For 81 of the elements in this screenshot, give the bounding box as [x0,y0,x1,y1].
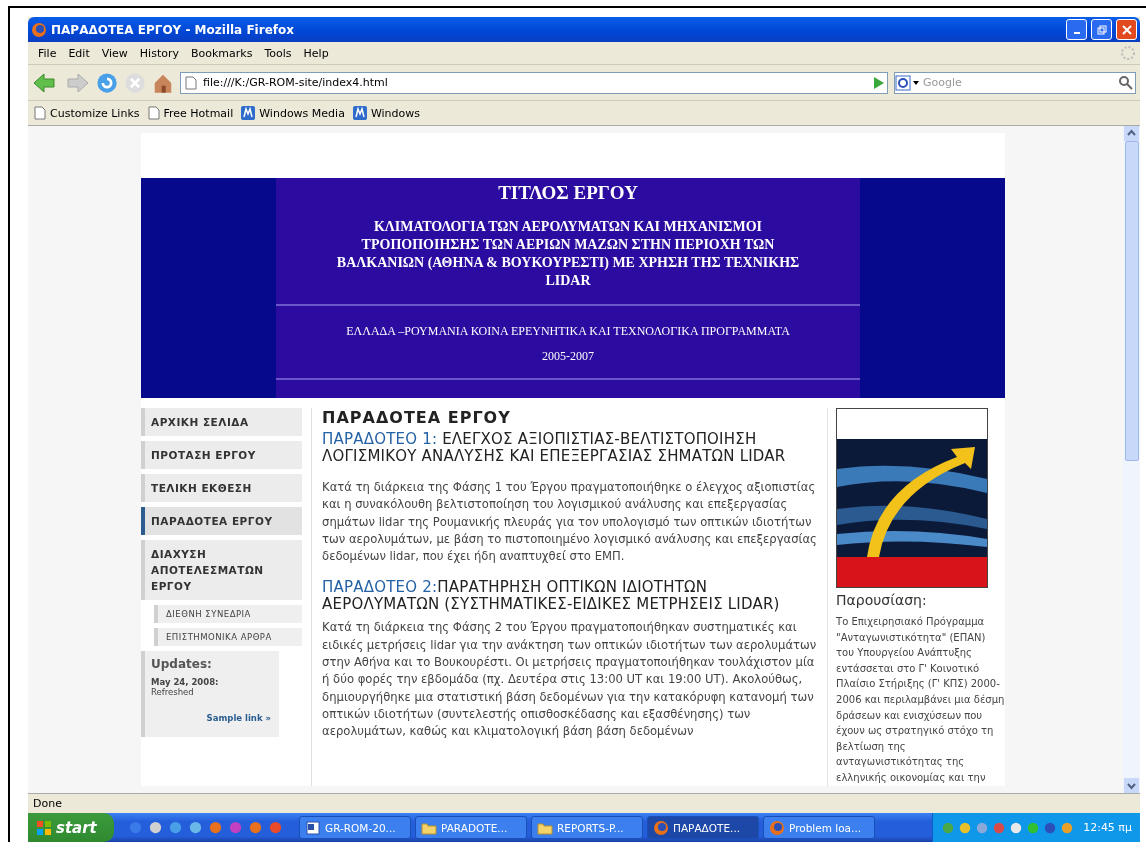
window-title: ΠΑΡΑΔΟΤΕΑ ΕΡΓΟΥ - Mozilla Firefox [51,22,295,37]
status-text: Done [33,797,62,810]
nav-item[interactable]: ΠΑΡΑΔΟΤΕΑ ΕΡΓΟΥ [141,507,303,535]
section-text: Κατά τη διάρκεια της Φάσης 1 του Έργου πραγματοποιήθηκε ο έλεγχος αξιοπιστίας και η συνακόλουθη βελτιστοποίηση του λογισμικού ανάλυσης και επεξεργασίας σημάτων lidar της Ρουμανικής πλευράς για τον υπολογισμό των οπτικών ιδιοτήτων των αερολυμάτων, με βάση το πιστοποιημένο λογισμικό ανάλυσης και επεξεργασίας δεδομένων lidar, που έχει ήδη αναπτυχθεί στο ΕΜΠ. [322,479,818,566]
start-button[interactable]: start [28,813,114,842]
bookmark-link[interactable]: Free Hotmail [147,106,234,120]
menu-item[interactable]: Bookmarks [185,46,259,60]
page-heading: ΠΑΡΑΔΟΤΕΑ ΕΡΓΟΥ [322,408,512,427]
scroll-down-icon[interactable] [1124,778,1139,793]
banner-subtitle: ΕΛΛΑΔΑ –ΡΟΥΜΑΝΙΑ ΚΟΙΝΑ ΕΡΕΥΝΗΤΙΚΑ ΚΑΙ ΤΕΧΝΟΛΟΓΙΚΑ ΠΡΟΓΡΑΜΜΑΤΑ [346,324,790,339]
minimize-button[interactable] [1066,19,1087,40]
task-button[interactable]: GR-ROM-20... [299,816,411,839]
stop-icon [124,71,146,94]
menu-item[interactable]: View [95,46,134,60]
browser-icon [769,819,785,836]
close-button[interactable] [1116,19,1137,40]
media-icon [241,106,256,120]
close-icon [1121,24,1132,35]
restore-button[interactable] [1091,19,1112,40]
scroll-up-icon[interactable] [1124,126,1139,141]
banner-title: ΒΑΛΚΑΝΙΩΝ (ΑΘΗΝΑ & ΒΟΥΚΟΥΡΕΣΤΙ) ΜΕ ΧΡΗΣΗ ΤΗΣ ΤΕΧΝΙΚΗΣ [336,254,800,272]
section-text: Κατά τη διάρκεια της Φάσης 2 του Έργου πραγματοποιήθηκαν συστηματικές και ειδικές μετρήσεις lidar για την ανάκτηση των οπτικών ιδιοτήτων των αερολυμάτων στην Αθήνα και το Βουκουρέστι. Οι μετρήσεις πραγματοποιήθηκαν τουλάχιστον μία ή δύο φορές την εβδομάδα (πχ. Δευτέρα στις 13:00 UT και 19:00 UT). Ακολούθως, δημιουργήθηκε μια στατιστική βάση δεδομένων για την κατακόρυφη κατανομή των οπτικών ιδιοτήτων (συντελεστής οπισθοσκέδασης και εξασθένησης) των αερολυμάτων, καθώς και κλιματολογική βάση βάση δεδομένων [322,619,818,741]
page-icon [185,75,197,90]
tray-icon [1009,820,1024,835]
task-button[interactable]: Problem loa... [763,816,875,839]
nav-item[interactable]: ΠΡΟΤΑΣΗ ΕΡΓΟΥ [141,441,303,469]
page-icon [147,106,160,120]
banner-years: 2005-2007 [542,349,594,364]
banner-title: LIDAR [544,272,592,290]
menu-item[interactable]: Help [297,46,335,60]
section-title: ΠΑΡΑΔΟΤΕΟ 2:ΠΑΡΑΤΗΡΗΣΗ ΟΠΤΙΚΩΝ ΙΔΙΟΤΗΤΩΝ ΑΕΡΟΛΥΜΑΤΩΝ (ΣΥΣΤΗΜΑΤΙΚΕΣ-ΕΙΔΙΚΕΣ ΜΕΤΡΗΣΕΙΣ LIDAR) [322,579,781,614]
section-title: ΠΑΡΑΔΟΤΕΟ 1: ΕΛΕΓΧΟΣ ΑΞΙΟΠΙΣΤΙΑΣ-ΒΕΛΤΙΣΤΟΠΟΙΗΣΗ ΛΟΓΙΣΜΙΚΟΥ ΑΝΑΛΥΣΗΣ ΚΑΙ ΕΠΕΞΕΡΓΑΣΙΑΣ ΣΗΜΑΤΩΝ LIDAR [322,431,787,465]
throbber-icon [1120,45,1136,61]
task-button[interactable]: PARADOTE... [415,816,527,839]
nav-item[interactable]: ΔΙΑΧΥΣΗ ΑΠΟΤΕΛΕΣΜΑΤΩΝ ΕΡΓΟΥ [141,540,303,600]
clock: 12:45 πμ [1083,821,1132,834]
update-text: Refreshed [151,687,195,697]
search-bar[interactable]: Google [894,71,1136,94]
restore-icon [1096,24,1107,35]
aside-text: Το Επιχειρησιακό Πρόγραμμα "Ανταγωνιστικότητα" (ΕΠΑΝ) του Υπουργείου Ανάπτυξης εντάσσεται στο Γ' Κοινοτικό Πλαίσιο Στήριξης (Γ' ΚΠΣ) 2000-2006 και περιλαμβάνει μια δέσμη δράσεων και ενισχύσεων που έχουν ως στρατηγικό στόχο τη βελτίωση της ανταγωνιστικότητας της ελληνικής οικονομίας και την [836,615,1005,785]
sample-link[interactable]: Sample link » [206,713,271,723]
media-icon [352,106,367,120]
banner-heading: ΤΙΤΛΟΣ ΕΡΓΟΥ [498,182,638,204]
task-button[interactable]: ΠΑΡΑΔΟΤΕ... [647,816,759,839]
reload-icon [96,71,118,94]
menu-item[interactable]: Tools [258,46,298,60]
banner-title: ΤΡΟΠΟΠΟΙΗΣΗΣ ΤΩΝ ΑΕΡΙΩΝ ΜΑΖΩΝ ΣΤΗΝ ΠΕΡΙΟΧΗ ΤΩΝ [360,236,776,254]
bookmark-link[interactable]: Windows [352,106,420,120]
browser-icon [31,21,47,38]
windows-flag-icon [36,819,52,836]
bookmark-link[interactable]: Windows Media [241,106,345,120]
bookmark-link[interactable]: Customize Links [34,106,140,120]
search-icon[interactable] [1117,74,1135,91]
tray-icon [1026,820,1041,835]
menu-item[interactable]: Edit [62,46,96,60]
banner-title: ΚΛΙΜΑΤΟΛΟΓΙΑ ΤΩΝ ΑΕΡΟΛΥΜΑΤΩΝ ΚΑΙ ΜΗΧΑΝΙΣΜΟΙ [372,218,764,236]
address-field[interactable]: file:///K:/GR-ROM-site/index4.html [180,71,888,94]
browser-icon [653,819,669,836]
nav-subitem[interactable]: ΔΙΕΘΝΗ ΣΥΝΕΔΡΙΑ [154,605,303,623]
tray-icon [958,820,973,835]
tray-icon [992,820,1007,835]
page-icon [34,106,46,120]
tray-icon [941,820,956,835]
search-engine-icon[interactable] [895,74,921,91]
menu-item[interactable]: History [133,46,185,60]
aside-heading: Παρουσίαση: [836,592,928,608]
scrollbar[interactable] [1123,126,1140,793]
tray-icon [975,820,990,835]
back-icon[interactable] [32,71,58,94]
menu-item[interactable]: File [32,46,63,60]
updates-heading: Updates: [151,657,213,671]
tray-icon [1060,820,1075,835]
document-icon [305,819,321,836]
nav-subitem[interactable]: ΕΠΙΣΤΗΜΟΝΙΚΑ ΑΡΘΡΑ [154,628,303,646]
update-date: May 24, 2008: [151,677,220,687]
minimize-icon [1073,31,1080,34]
scroll-thumb[interactable] [1124,141,1139,461]
task-button[interactable]: REPORTS-P... [531,816,643,839]
tray-icon [1043,820,1058,835]
nav-item[interactable]: ΑΡΧΙΚΗ ΣΕΛΙΔΑ [141,408,303,436]
nav-item[interactable]: ΤΕΛΙΚΗ ΕΚΘΕΣΗ [141,474,303,502]
